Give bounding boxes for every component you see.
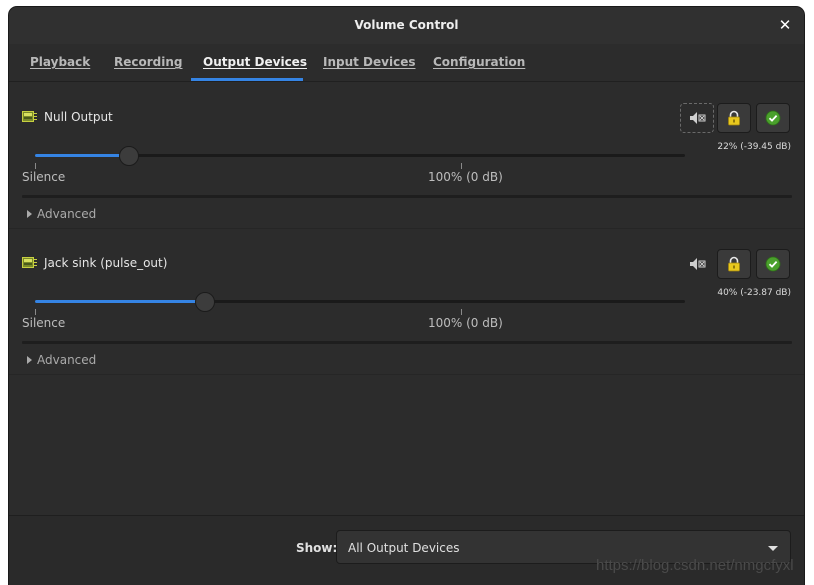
checkmark-icon <box>765 256 781 272</box>
device-list: Null Output 22% (-39.45 dB) Silence 100%… <box>9 82 804 515</box>
close-icon: ✕ <box>778 16 792 34</box>
advanced-label: Advanced <box>37 207 97 221</box>
chevron-down-icon <box>768 546 778 551</box>
set-default-button[interactable] <box>756 249 790 279</box>
tab-configuration[interactable]: Configuration <box>433 55 525 69</box>
scale-label-silence: Silence <box>22 316 66 330</box>
scale-tick-silence <box>35 309 36 315</box>
show-label: Show: <box>296 541 338 555</box>
volume-slider-knob[interactable] <box>195 292 216 312</box>
scale-tick-100 <box>461 309 462 315</box>
volume-readout: 22% (-39.45 dB) <box>717 142 791 152</box>
watermark: https://blog.csdn.net/nmgcfyxl <box>596 557 794 574</box>
tab-output-devices[interactable]: Output Devices <box>203 55 307 69</box>
volume-slider-fill <box>35 154 129 157</box>
active-tab-indicator <box>191 78 303 81</box>
device-null-output: Null Output 22% (-39.45 dB) Silence 100%… <box>9 82 804 229</box>
mute-button[interactable] <box>680 103 714 133</box>
sound-card-icon <box>22 111 37 122</box>
speaker-muted-icon <box>690 258 706 270</box>
checkmark-icon <box>765 110 781 126</box>
expander-arrow-icon <box>27 356 32 364</box>
tab-playback[interactable]: Playback <box>30 55 90 69</box>
advanced-expander[interactable]: Advanced <box>27 353 96 367</box>
footer-bar: Show: All Output Devices <box>9 515 804 585</box>
title-bar: Volume Control ✕ <box>9 7 804 45</box>
lock-channels-button[interactable] <box>717 103 751 133</box>
tab-recording[interactable]: Recording <box>114 55 183 69</box>
device-jack-sink: Jack sink (pulse_out) 40% (-23.87 dB) Si… <box>9 228 804 375</box>
lock-channels-button[interactable] <box>717 249 751 279</box>
scale-tick-silence <box>35 163 36 169</box>
scale-label-silence: Silence <box>22 170 66 184</box>
separator <box>22 341 792 344</box>
volume-control-window: Volume Control ✕ Playback Recording Outp… <box>9 7 804 585</box>
advanced-expander[interactable]: Advanced <box>27 207 96 221</box>
separator <box>22 195 792 198</box>
volume-slider-fill <box>35 300 206 303</box>
scale-label-100: 100% (0 dB) <box>428 170 503 184</box>
lock-icon <box>728 110 740 126</box>
mute-button[interactable] <box>680 249 714 279</box>
volume-readout: 40% (-23.87 dB) <box>717 288 791 298</box>
tab-bar: Playback Recording Output Devices Input … <box>9 44 804 82</box>
speaker-muted-icon <box>690 112 706 124</box>
window-title: Volume Control <box>354 18 459 32</box>
device-name: Null Output <box>44 110 113 124</box>
scale-tick-100 <box>461 163 462 169</box>
show-filter-value: All Output Devices <box>348 541 460 555</box>
lock-icon <box>728 256 740 272</box>
tab-input-devices[interactable]: Input Devices <box>323 55 415 69</box>
volume-slider-knob[interactable] <box>118 146 139 166</box>
advanced-label: Advanced <box>37 353 97 367</box>
close-button[interactable]: ✕ <box>776 16 794 34</box>
sound-card-icon <box>22 257 37 268</box>
scale-label-100: 100% (0 dB) <box>428 316 503 330</box>
volume-slider-track[interactable] <box>35 300 685 303</box>
set-default-button[interactable] <box>756 103 790 133</box>
device-name: Jack sink (pulse_out) <box>44 256 168 270</box>
expander-arrow-icon <box>27 210 32 218</box>
